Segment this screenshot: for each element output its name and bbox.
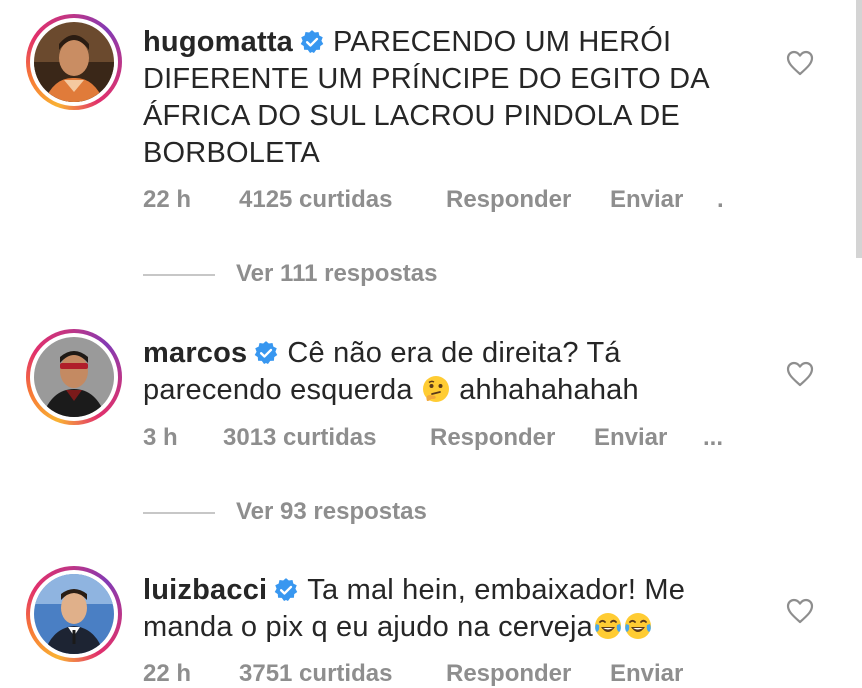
comment-text-tail: ahhahahahah	[459, 374, 639, 406]
comment-body: hugomatta PARECENDO UM HERÓI DIFERENTE UM…	[143, 24, 733, 172]
like-heart-icon[interactable]	[786, 50, 814, 76]
like-heart-icon[interactable]	[786, 598, 814, 624]
comment-time: 3 h	[143, 424, 178, 451]
more-options-button[interactable]: .	[717, 186, 724, 214]
avatar[interactable]	[34, 574, 114, 654]
avatar[interactable]	[34, 337, 114, 417]
comment-body: luizbacci Ta mal hein, embaixador! Me man…	[143, 572, 733, 646]
view-replies-label[interactable]: Ver 93 respostas	[236, 498, 427, 526]
avatar-story-ring[interactable]	[26, 329, 122, 425]
verified-badge-icon	[255, 341, 278, 364]
send-button[interactable]: Enviar	[610, 186, 683, 214]
replies-divider	[143, 512, 215, 514]
reply-button[interactable]: Responder	[446, 660, 571, 688]
avatar-story-ring[interactable]	[26, 566, 122, 662]
replies-divider	[143, 274, 215, 276]
comment-likes[interactable]: 3013 curtidas	[223, 424, 376, 452]
like-heart-icon[interactable]	[786, 361, 814, 387]
reply-button[interactable]: Responder	[446, 186, 571, 214]
send-button[interactable]: Enviar	[610, 660, 683, 688]
view-replies-label[interactable]: Ver 111 respostas	[236, 260, 438, 288]
comment-username[interactable]: marcos	[143, 337, 247, 369]
avatar-story-ring[interactable]	[26, 14, 122, 110]
more-options-button[interactable]: ...	[703, 424, 723, 452]
scrollbar[interactable]	[856, 0, 862, 258]
comment-time: 22 h	[143, 660, 192, 687]
send-button[interactable]: Enviar	[594, 424, 667, 452]
comment-body: marcos Cê não era de direita? Tá parecend…	[143, 335, 733, 409]
avatar[interactable]	[34, 22, 114, 102]
verified-badge-icon	[300, 30, 324, 53]
comment-likes[interactable]: 3751 curtidas	[239, 660, 392, 688]
comment-username[interactable]: luizbacci	[143, 574, 267, 606]
comment-time: 22 h	[143, 186, 192, 213]
comment-likes[interactable]: 4125 curtidas	[239, 186, 392, 214]
verified-badge-icon	[275, 578, 298, 601]
comment-username[interactable]: hugomatta	[143, 26, 293, 58]
thinking-face-icon	[422, 376, 449, 402]
face-with-tears-of-joy-icon	[594, 613, 621, 639]
face-with-tears-of-joy-icon	[624, 613, 651, 639]
reply-button[interactable]: Responder	[430, 424, 555, 452]
